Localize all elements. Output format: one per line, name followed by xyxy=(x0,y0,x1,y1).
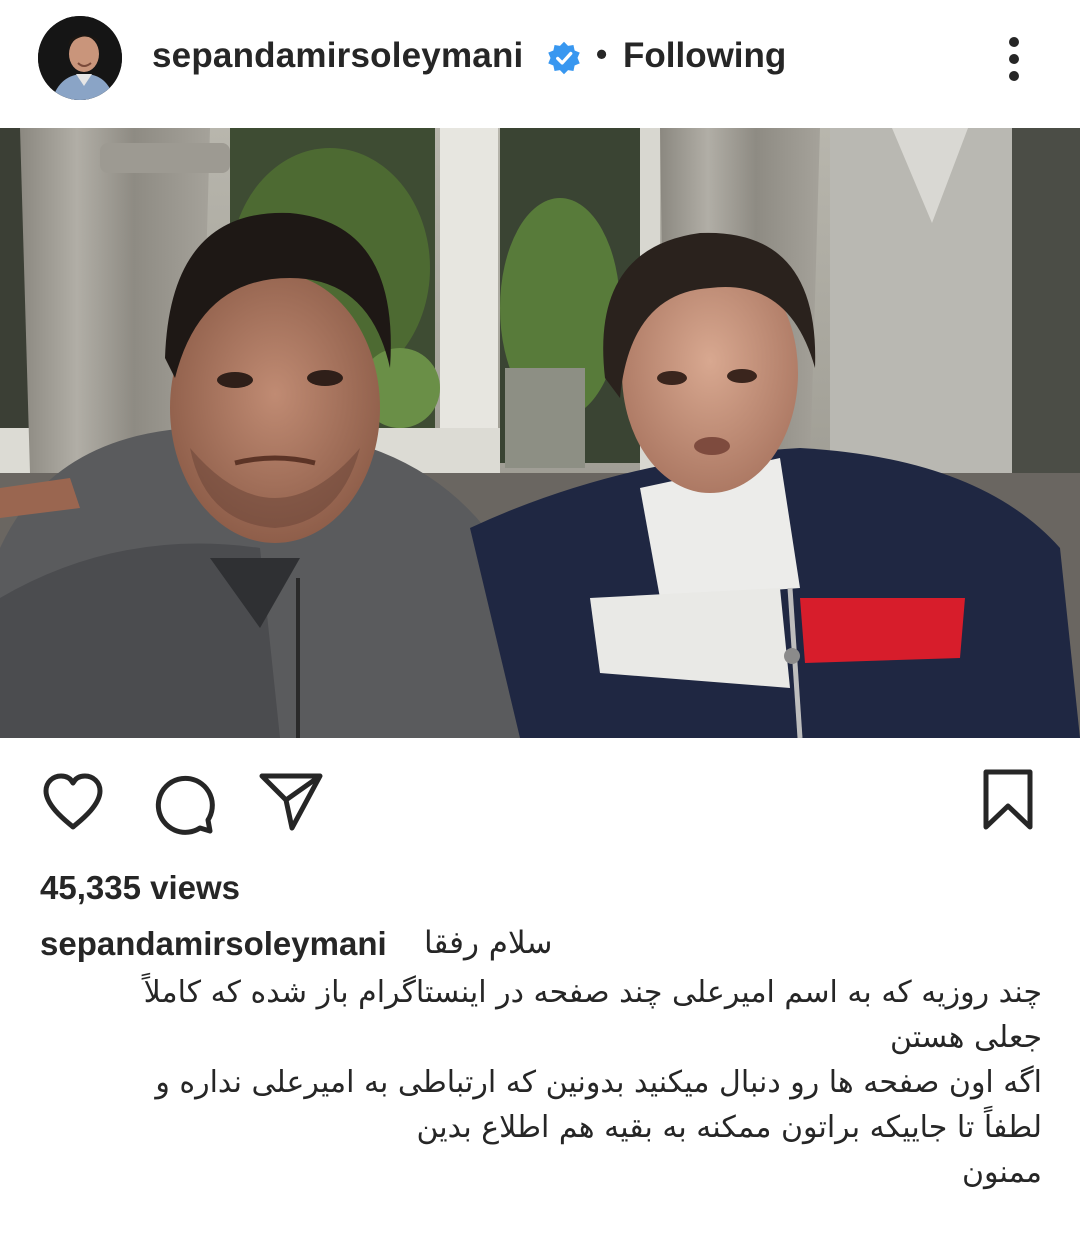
post-header: sepandamirsoleymani • Following xyxy=(0,0,1080,128)
post-video[interactable] xyxy=(0,128,1080,738)
following-button[interactable]: Following xyxy=(623,36,786,76)
send-icon[interactable] xyxy=(258,770,324,832)
verified-badge-icon xyxy=(548,41,580,75)
more-vertical-icon[interactable] xyxy=(998,34,1030,84)
video-frame xyxy=(0,128,1080,738)
comment-icon[interactable] xyxy=(150,770,216,836)
bookmark-icon[interactable] xyxy=(982,768,1034,832)
caption-text: چند روزیه که به اسم امیرعلی چند صفحه در … xyxy=(143,975,1042,1190)
caption-first-line: سلام رفقا xyxy=(424,925,553,961)
heart-icon[interactable] xyxy=(40,772,106,832)
header-separator: • xyxy=(596,36,608,72)
post-username[interactable]: sepandamirsoleymani xyxy=(152,36,523,76)
view-count: 45,335 views xyxy=(40,869,240,906)
caption-username[interactable]: sepandamirsoleymani xyxy=(40,925,387,963)
avatar[interactable] xyxy=(38,16,122,100)
